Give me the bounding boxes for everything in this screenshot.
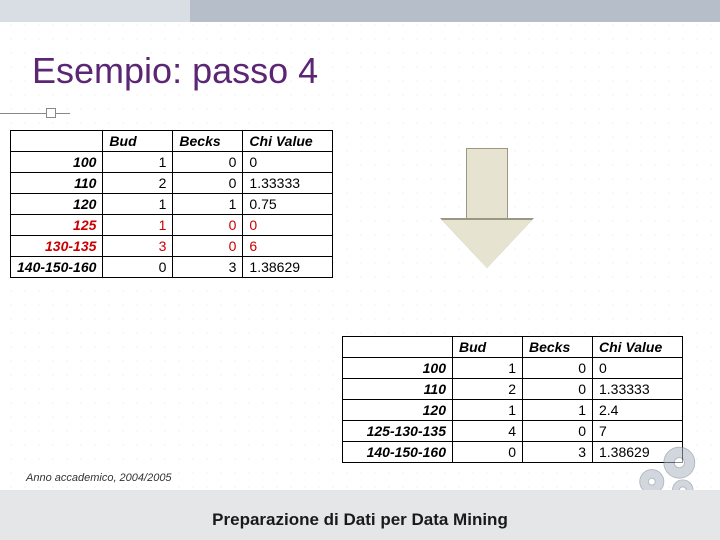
- cell-becks: 3: [523, 442, 593, 463]
- cell-becks: 0: [523, 421, 593, 442]
- cell-bud: 2: [453, 379, 523, 400]
- cell-interval: 110: [343, 379, 453, 400]
- cell-bud: 1: [103, 194, 173, 215]
- cell-chi: 0: [243, 152, 333, 173]
- cell-interval: 100: [11, 152, 103, 173]
- cell-becks: 1: [173, 194, 243, 215]
- cell-bud: 3: [103, 236, 173, 257]
- cell-bud: 1: [103, 215, 173, 236]
- cell-interval: 125: [11, 215, 103, 236]
- cell-bud: 1: [453, 358, 523, 379]
- col-chi-value: Chi Value: [243, 131, 333, 152]
- cell-interval: 125-130-135: [343, 421, 453, 442]
- cell-chi: 6: [243, 236, 333, 257]
- cell-chi: 0.75: [243, 194, 333, 215]
- cell-chi: 1.33333: [243, 173, 333, 194]
- cell-bud: 2: [103, 173, 173, 194]
- academic-year: Anno accademico, 2004/2005: [26, 472, 172, 484]
- table-row: 120110.75: [11, 194, 333, 215]
- footer-title: Preparazione di Dati per Data Mining: [0, 510, 720, 530]
- col-interval: [343, 337, 453, 358]
- col-becks: Becks: [523, 337, 593, 358]
- table-row: 100100: [343, 358, 683, 379]
- cell-becks: 0: [173, 215, 243, 236]
- table-row: 125100: [11, 215, 333, 236]
- cell-interval: 140-150-160: [11, 257, 103, 278]
- cell-interval: 120: [11, 194, 103, 215]
- merge-arrow-icon: [442, 148, 532, 270]
- col-bud: Bud: [103, 131, 173, 152]
- cell-interval: 100: [343, 358, 453, 379]
- cell-bud: 0: [453, 442, 523, 463]
- cell-chi: 0: [243, 215, 333, 236]
- title-bullet: [46, 108, 56, 118]
- table-row: 110201.33333: [343, 379, 683, 400]
- table-row: 120112.4: [343, 400, 683, 421]
- cell-interval: 140-150-160: [343, 442, 453, 463]
- cell-bud: 0: [103, 257, 173, 278]
- header-bar-accent: [0, 0, 190, 22]
- cell-becks: 0: [173, 236, 243, 257]
- cell-bud: 1: [453, 400, 523, 421]
- cell-interval: 110: [11, 173, 103, 194]
- cell-becks: 0: [523, 379, 593, 400]
- col-interval: [11, 131, 103, 152]
- cell-becks: 3: [173, 257, 243, 278]
- cell-chi: 1.33333: [593, 379, 683, 400]
- cell-chi: 1.38629: [243, 257, 333, 278]
- cell-becks: 0: [523, 358, 593, 379]
- table-row: 110201.33333: [11, 173, 333, 194]
- cell-bud: 4: [453, 421, 523, 442]
- cell-bud: 1: [103, 152, 173, 173]
- cell-interval: 130-135: [11, 236, 103, 257]
- table-row: 140-150-160031.38629: [11, 257, 333, 278]
- cell-chi: 0: [593, 358, 683, 379]
- col-becks: Becks: [173, 131, 243, 152]
- title-rule: [0, 113, 70, 114]
- slide-title: Esempio: passo 4: [32, 50, 318, 92]
- col-chi-value: Chi Value: [593, 337, 683, 358]
- cell-becks: 1: [523, 400, 593, 421]
- cell-chi: 2.4: [593, 400, 683, 421]
- cell-becks: 0: [173, 152, 243, 173]
- table-row: 130-135306: [11, 236, 333, 257]
- cell-becks: 0: [173, 173, 243, 194]
- table-before-merge: BudBecksChi Value 100100110201.333331201…: [10, 130, 333, 278]
- table-row: 100100: [11, 152, 333, 173]
- col-bud: Bud: [453, 337, 523, 358]
- cell-interval: 120: [343, 400, 453, 421]
